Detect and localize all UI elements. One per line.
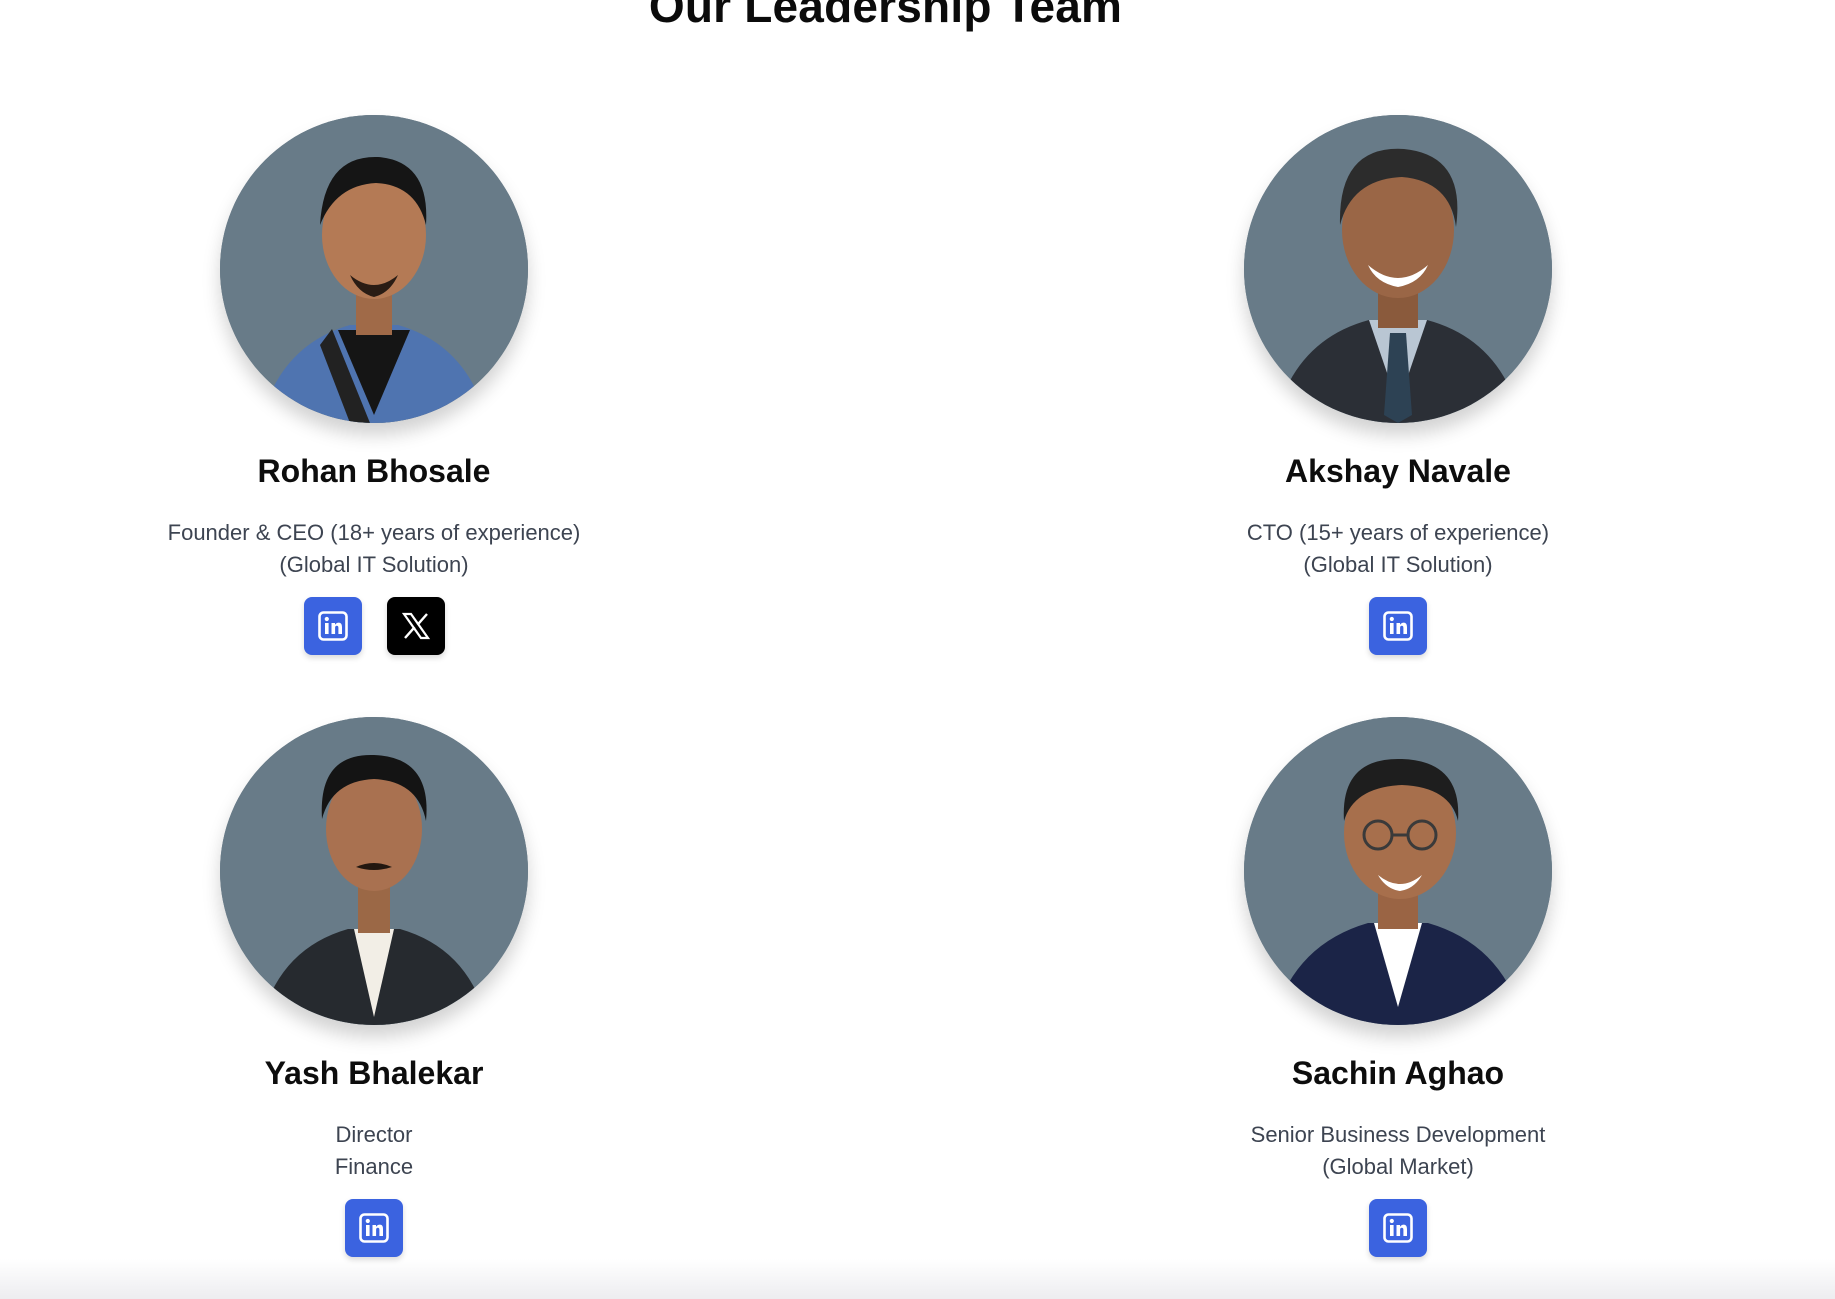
member-role-line: Founder & CEO (18+ years of experience) xyxy=(167,520,581,545)
section-title: Our Leadership Team xyxy=(648,0,1123,32)
member-role-line: CTO (15+ years of experience) xyxy=(1246,520,1550,545)
member-name: Sachin Aghao xyxy=(1291,1055,1505,1091)
member-photo xyxy=(1244,717,1552,1025)
x-icon xyxy=(401,612,430,640)
linkedin-icon xyxy=(1383,1213,1413,1243)
social-links xyxy=(1118,597,1678,655)
linkedin-icon xyxy=(317,611,348,641)
member-name: Rohan Bhosale xyxy=(257,453,491,489)
team-member-card: Sachin Aghao Senior Business Development… xyxy=(1118,717,1678,1257)
member-role: Founder & CEO (18+ years of experience) … xyxy=(94,517,654,581)
member-name: Akshay Navale xyxy=(1285,453,1511,489)
member-role-line: Senior Business Development xyxy=(1250,1122,1546,1147)
member-role: Director Finance xyxy=(94,1119,654,1183)
member-photo xyxy=(220,115,528,423)
member-role-line: Finance xyxy=(334,1154,414,1179)
team-member-card: Yash Bhalekar Director Finance xyxy=(94,717,654,1257)
member-role-line: Director xyxy=(335,1122,413,1147)
member-photo xyxy=(1244,115,1552,423)
x-button[interactable] xyxy=(386,597,445,655)
social-links xyxy=(94,1199,654,1257)
member-name: Yash Bhalekar xyxy=(264,1055,484,1091)
member-role: Senior Business Development (Global Mark… xyxy=(1118,1119,1678,1183)
linkedin-icon xyxy=(1383,611,1413,641)
social-links xyxy=(94,597,654,655)
team-member-card: Akshay Navale CTO (15+ years of experien… xyxy=(1118,115,1678,655)
social-links xyxy=(1118,1199,1678,1257)
team-member-card: Rohan Bhosale Founder & CEO (18+ years o… xyxy=(94,115,654,655)
linkedin-button[interactable] xyxy=(303,597,362,655)
linkedin-button[interactable] xyxy=(1369,597,1427,655)
member-role-line: (Global IT Solution) xyxy=(279,552,469,577)
member-role-line: (Global Market) xyxy=(1322,1154,1474,1179)
linkedin-button[interactable] xyxy=(1369,1199,1427,1257)
member-role-line: (Global IT Solution) xyxy=(1303,552,1493,577)
member-photo xyxy=(220,717,528,1025)
member-role: CTO (15+ years of experience) (Global IT… xyxy=(1118,517,1678,581)
bottom-fade xyxy=(0,1259,1835,1299)
linkedin-icon xyxy=(359,1213,389,1243)
linkedin-button[interactable] xyxy=(345,1199,403,1257)
